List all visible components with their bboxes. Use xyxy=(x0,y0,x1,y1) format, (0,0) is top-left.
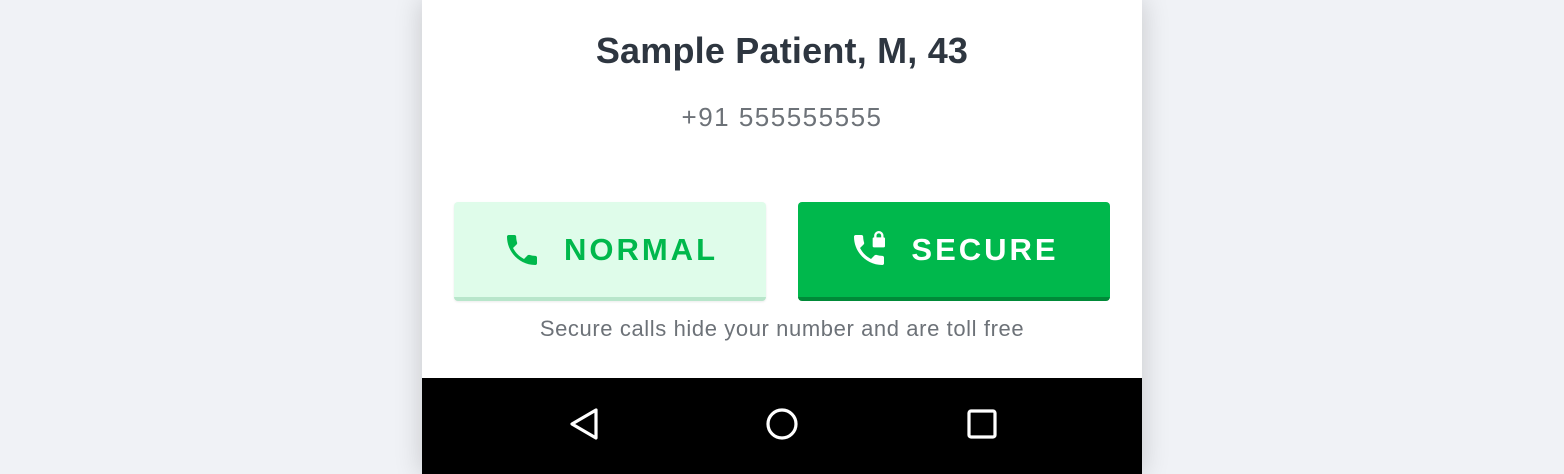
recents-button[interactable] xyxy=(958,402,1006,450)
android-navigation-bar xyxy=(422,378,1142,474)
patient-name: Sample Patient, M, 43 xyxy=(595,30,969,71)
back-triangle-icon xyxy=(566,406,602,447)
recents-square-icon xyxy=(964,406,1000,447)
home-circle-icon xyxy=(764,406,800,447)
secure-call-button[interactable]: SECURE xyxy=(798,202,1110,301)
phone-icon xyxy=(502,230,542,270)
call-sheet: Sample Patient, M, 43 +91 555555555 NORM… xyxy=(422,0,1142,378)
back-button[interactable] xyxy=(560,402,608,450)
secure-call-label: SECURE xyxy=(911,231,1059,267)
home-button[interactable] xyxy=(758,402,806,450)
normal-call-label: NORMAL xyxy=(563,231,719,267)
secure-call-hint: Secure calls hide your number and are to… xyxy=(539,316,1025,341)
phone-lock-icon xyxy=(849,230,889,270)
normal-call-button[interactable]: NORMAL xyxy=(454,202,766,301)
phone-screen: Sample Patient, M, 43 +91 555555555 NORM… xyxy=(422,0,1142,474)
patient-phone-number: +91 555555555 xyxy=(681,102,883,132)
